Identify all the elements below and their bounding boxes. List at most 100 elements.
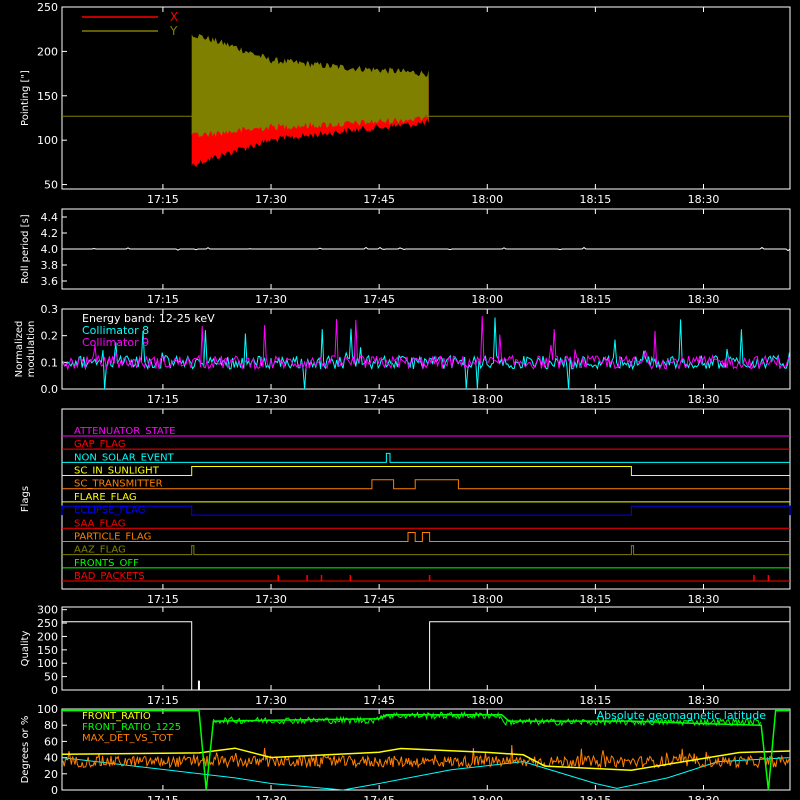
- panel-2-xtick-label: 17:30: [255, 393, 287, 406]
- panel-3-xtick-label: 18:30: [688, 593, 720, 606]
- flag-gap-flag-label: GAP_FLAG: [74, 439, 126, 450]
- panel-5-xtick-label: 17:15: [147, 794, 179, 800]
- legend-label-y: Y: [169, 24, 178, 38]
- panel-1-ytick-label: 4.2: [41, 227, 59, 240]
- roll-period-line: [62, 246, 791, 252]
- panel-3-xtick-label: 18:00: [471, 593, 503, 606]
- panel-0-xtick-label: 17:30: [255, 193, 287, 206]
- legend-front-ratio: FRONT_RATIO: [82, 711, 151, 722]
- panel-0-ytick-label: 200: [37, 45, 58, 58]
- panel-3-xtick-label: 17:45: [363, 593, 395, 606]
- panel-0-xtick-label: 17:45: [363, 193, 395, 206]
- panel-5-xtick-label: 17:30: [255, 794, 287, 800]
- panel-5-ytick-label: 40: [44, 752, 58, 765]
- flag-particle-flag-line: [62, 531, 790, 542]
- panel-5-ytick-label: 60: [44, 735, 58, 748]
- flag-flare-flag-label: FLARE_FLAG: [74, 492, 137, 503]
- panel-2-ylabel: Normalized: [14, 321, 25, 378]
- panel-4-ytick-label: 200: [37, 630, 58, 643]
- panel-0-ytick-label: 250: [37, 1, 58, 14]
- panel-5-xtick-label: 18:15: [580, 794, 612, 800]
- flag-attenuator-state-label: ATTENUATOR_STATE: [74, 426, 175, 437]
- panel-1-xtick-label: 17:45: [363, 293, 395, 306]
- panel-5-xtick-label: 17:45: [363, 794, 395, 800]
- panel-1-xtick-label: 18:00: [471, 293, 503, 306]
- panel-5-ytick-label: 80: [44, 719, 58, 732]
- flag-aaz-flag-line: [62, 545, 790, 556]
- figure-canvas: 50100150200250Pointing ["]17:15 17:30 17:4…: [14, 1, 791, 800]
- flag-saa-flag-label: SAA_FLAG: [74, 518, 125, 529]
- rhessi-quicklook-figure: 50 100 150 200 250 Pointing ["] 17:15 17:30 17:4…: [0, 0, 800, 800]
- flag-sc-transmitter-label: SC_TRANSMITTER: [74, 479, 163, 490]
- flag-sc-transmitter-line: [62, 479, 790, 490]
- legend-max-det-vs-tot: MAX_DET_VS_TOT: [82, 733, 174, 744]
- panel-2-xtick-label: 18:00: [471, 393, 503, 406]
- flag-bad-packets-label: BAD_PACKETS: [74, 571, 145, 582]
- panel-2-xtick-label: 17:45: [363, 393, 395, 406]
- panel-2-ytick-label: 0.1: [41, 356, 59, 369]
- panel-3-xtick-label: 17:30: [255, 593, 287, 606]
- panel-1-ytick-label: 3.6: [41, 275, 59, 288]
- panel-1-ytick-label: 4.0: [41, 243, 59, 256]
- panel-4-ylabel: Quality: [20, 631, 31, 667]
- max-det-vs-tot-line: [62, 744, 790, 770]
- panel-4-ytick-label: 50: [44, 671, 58, 684]
- panel-2-ylabel: modulation: [26, 321, 37, 378]
- panel-2-xtick-label: 18:15: [580, 393, 612, 406]
- panel-1-ytick-label: 3.8: [41, 259, 59, 272]
- panel-2-ytick-label: 0.2: [41, 330, 59, 343]
- flag-eclipse-flag-line: [61, 505, 791, 516]
- panel-1-xtick-label: 18:15: [580, 293, 612, 306]
- panel-4-ytick-label: 100: [37, 657, 58, 670]
- panel-3-xtick-label: 18:15: [580, 593, 612, 606]
- flag-fronts-off-label: FRONTS_OFF: [74, 558, 139, 569]
- legend-collimator-9: Collimator 9: [82, 336, 149, 349]
- panel-4-frame: [61, 606, 791, 691]
- panel-0-ylabel: Pointing ["]: [20, 70, 31, 126]
- panel-4-ytick-label: 0: [51, 684, 58, 697]
- panel-2-xtick-label: 18:30: [688, 393, 720, 406]
- panel-2-ytick-label: 0.0: [41, 383, 59, 396]
- panel-0-ytick-label: 150: [37, 90, 58, 103]
- panel-4-ytick-label: 150: [37, 644, 58, 657]
- panel-4-xtick-label: 17:45: [363, 694, 395, 707]
- panel-1-ytick-label: 4.4: [41, 211, 59, 224]
- flag-sc-in-sunlight-line: [62, 466, 790, 477]
- panel-0-ytick-label: 100: [37, 134, 58, 147]
- panel-1-xtick-label: 17:30: [255, 293, 287, 306]
- panel-4-xtick-label: 18:30: [688, 694, 720, 707]
- panel-4-xtick-label: 18:15: [580, 694, 612, 707]
- panel-5-xtick-label: 18:30: [688, 794, 720, 800]
- panel-5-ytick-label: 0: [51, 784, 58, 797]
- flag-sc-in-sunlight-label: SC_IN_SUNLIGHT: [74, 466, 160, 477]
- flag-particle-flag-label: PARTICLE_FLAG: [74, 531, 151, 542]
- panel-0-xtick-label: 17:15: [147, 193, 179, 206]
- panel-5-ytick-label: 100: [37, 703, 58, 716]
- panel-1-xtick-label: 17:15: [147, 293, 179, 306]
- panel-1-xtick-label: 18:30: [688, 293, 720, 306]
- panel-0-xtick-label: 18:00: [471, 193, 503, 206]
- latitude-annotation: Absolute geomagnetic latitude: [597, 709, 767, 722]
- panel-4-ytick-label: 250: [37, 617, 58, 630]
- panel-4-xtick-label: 17:15: [147, 694, 179, 707]
- panel-2-xtick-label: 17:15: [147, 393, 179, 406]
- panel-0-ytick-label: 50: [44, 179, 58, 192]
- quality-line: [62, 621, 790, 691]
- pointing-series: [191, 34, 429, 168]
- panel-4-xtick-label: 17:30: [255, 694, 287, 707]
- panel-5-ytick-label: 20: [44, 768, 58, 781]
- panel-0-xtick-label: 18:15: [580, 193, 612, 206]
- legend-front-ratio-1225: FRONT_RATIO_1225: [82, 722, 181, 733]
- panel-2-ytick-label: 0.3: [41, 303, 59, 316]
- panel-5-ylabel: Degrees or %: [20, 716, 31, 784]
- panel-0-xtick-label: 18:30: [688, 193, 720, 206]
- flag-eclipse-flag-label: ECLIPSE_FLAG: [74, 505, 145, 516]
- panel-1-ylabel: Roll period [s]: [20, 214, 31, 283]
- panel-3-xtick-label: 17:15: [147, 593, 179, 606]
- modulation-collimator-8: [62, 317, 790, 390]
- panel-5-xtick-label: 18:00: [471, 794, 503, 800]
- panel-4-xtick-label: 18:00: [471, 694, 503, 707]
- flag-non-solar-event-label: NON_SOLAR_EVENT: [74, 452, 175, 463]
- panel-3-ylabel: Flags: [20, 486, 31, 512]
- legend-label-x: X: [170, 10, 178, 24]
